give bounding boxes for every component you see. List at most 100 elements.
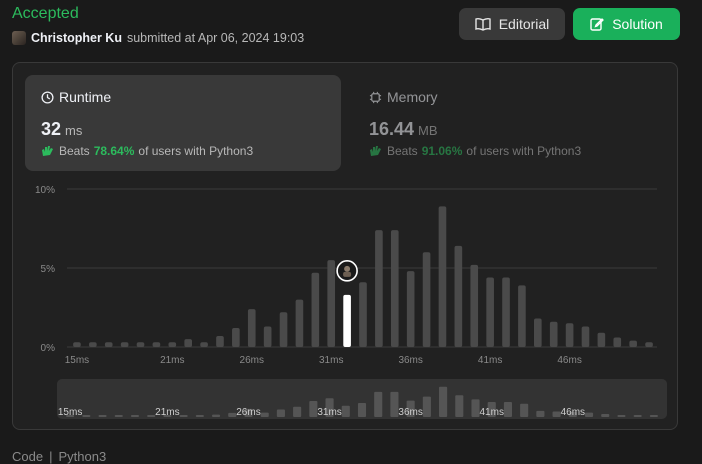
runtime-distribution-chart[interactable]: 10% 5% 0% 15ms 21ms 26ms 31ms 36ms 41ms 46ms 15ms 2… <box>13 63 677 429</box>
chart-bar[interactable] <box>502 277 510 347</box>
highlight-bar[interactable] <box>343 294 351 347</box>
result-panel: Runtime 32 ms Beats 78.64% of users with … <box>12 62 678 430</box>
overview-bar <box>82 415 91 417</box>
overview-bar <box>212 414 221 417</box>
overview-bar <box>357 403 367 417</box>
overview-bar <box>601 413 610 417</box>
x-tick-label: 31ms <box>319 355 343 366</box>
overview-bar <box>114 415 123 417</box>
chart-bar[interactable] <box>390 230 399 347</box>
chart-bar[interactable] <box>136 342 145 347</box>
overview-bar <box>422 396 431 417</box>
overview-bar <box>503 402 512 417</box>
x-tick-label: 46ms <box>557 355 581 366</box>
edit-icon <box>590 18 605 31</box>
overview-bar <box>195 415 204 417</box>
chart-bar[interactable] <box>645 342 653 347</box>
chart-bar[interactable] <box>486 277 494 347</box>
chart-bar[interactable] <box>549 321 558 347</box>
code-tabs: Code | Python3 <box>12 449 106 464</box>
x-tick-label: 36ms <box>398 355 422 366</box>
overview-bar <box>276 409 285 417</box>
overview-bar <box>536 410 545 417</box>
tab-separator: | <box>49 449 53 464</box>
submitted-at: submitted at Apr 06, 2024 19:03 <box>126 31 305 45</box>
chart-bar[interactable] <box>120 342 129 347</box>
solution-label: Solution <box>612 16 663 32</box>
y-tick-label: 10% <box>35 185 55 196</box>
overview-bar <box>439 386 448 417</box>
overview-bar <box>98 415 107 417</box>
chart-bar[interactable] <box>613 337 622 347</box>
overview-bar <box>520 403 529 417</box>
chart-bar[interactable] <box>232 328 240 347</box>
avatar-body <box>343 271 352 277</box>
chart-bar[interactable] <box>565 323 574 347</box>
overview-bar <box>293 406 302 417</box>
y-tick-label: 0% <box>41 343 56 354</box>
overview-bar <box>552 411 561 417</box>
overview-bar <box>260 412 269 417</box>
x-tick-label: 41ms <box>478 355 502 366</box>
overview-bar <box>649 415 658 417</box>
chart-bar[interactable] <box>216 335 224 347</box>
submission-meta: Christopher Ku submitted at Apr 06, 2024… <box>12 30 304 46</box>
chart-bar[interactable] <box>454 245 463 347</box>
chart-bar[interactable] <box>422 252 431 347</box>
chart-bar[interactable] <box>184 339 193 347</box>
chart-bar[interactable] <box>247 309 256 347</box>
x-tick-label: 26ms <box>240 355 264 366</box>
chart-bar[interactable] <box>518 285 526 347</box>
chart-bar[interactable] <box>359 282 367 347</box>
overview-tick-label: 26ms <box>236 407 260 418</box>
chart-bar[interactable] <box>104 342 113 347</box>
x-tick-label: 15ms <box>65 355 89 366</box>
x-tick-label: 21ms <box>160 355 184 366</box>
author-name[interactable]: Christopher Ku <box>31 31 122 45</box>
chart-bar[interactable] <box>263 326 272 347</box>
chart-bar[interactable] <box>470 264 479 347</box>
tab-language[interactable]: Python3 <box>58 449 106 464</box>
overview-tick-label: 15ms <box>58 407 82 418</box>
chart-bar[interactable] <box>597 332 606 347</box>
user-avatar[interactable] <box>12 31 26 45</box>
tab-code[interactable]: Code <box>12 449 43 464</box>
overview-bar <box>390 391 399 417</box>
overview-tick-label: 21ms <box>155 407 179 418</box>
solution-button[interactable]: Solution <box>573 8 680 40</box>
chart-bar[interactable] <box>375 230 383 347</box>
overview-tick-label: 46ms <box>561 407 585 418</box>
y-tick-label: 5% <box>41 264 56 275</box>
overview-bar <box>309 401 318 417</box>
chart-bar[interactable] <box>152 342 161 347</box>
status-accepted: Accepted <box>12 5 79 22</box>
overview-bar <box>374 391 383 417</box>
chart-bar[interactable] <box>295 299 304 347</box>
overview-bar <box>179 415 188 417</box>
chart-bar[interactable] <box>73 342 81 347</box>
chart-bar[interactable] <box>89 342 97 347</box>
chart-bar[interactable] <box>311 272 320 347</box>
chart-bar[interactable] <box>581 326 590 347</box>
chart-bar[interactable] <box>533 318 542 347</box>
overview-bar <box>147 415 156 417</box>
editorial-label: Editorial <box>498 16 550 32</box>
overview-tick-label: 36ms <box>398 407 422 418</box>
chart-bar[interactable] <box>438 206 447 347</box>
overview-bar <box>633 415 642 417</box>
chart-bar[interactable] <box>168 342 177 347</box>
chart-bar[interactable] <box>327 260 336 347</box>
avatar-face <box>344 265 351 272</box>
chart-bar[interactable] <box>406 271 415 347</box>
overview-bar <box>584 412 594 417</box>
overview-bar <box>455 395 464 417</box>
chart-bar[interactable] <box>629 340 637 347</box>
overview-bar <box>130 415 140 417</box>
book-icon <box>475 17 491 31</box>
chart-bar[interactable] <box>200 342 208 347</box>
chart-bar[interactable] <box>279 312 288 347</box>
editorial-button[interactable]: Editorial <box>459 8 565 40</box>
overview-bar <box>341 405 350 417</box>
overview-tick-label: 31ms <box>317 407 341 418</box>
overview-bar <box>617 414 626 417</box>
